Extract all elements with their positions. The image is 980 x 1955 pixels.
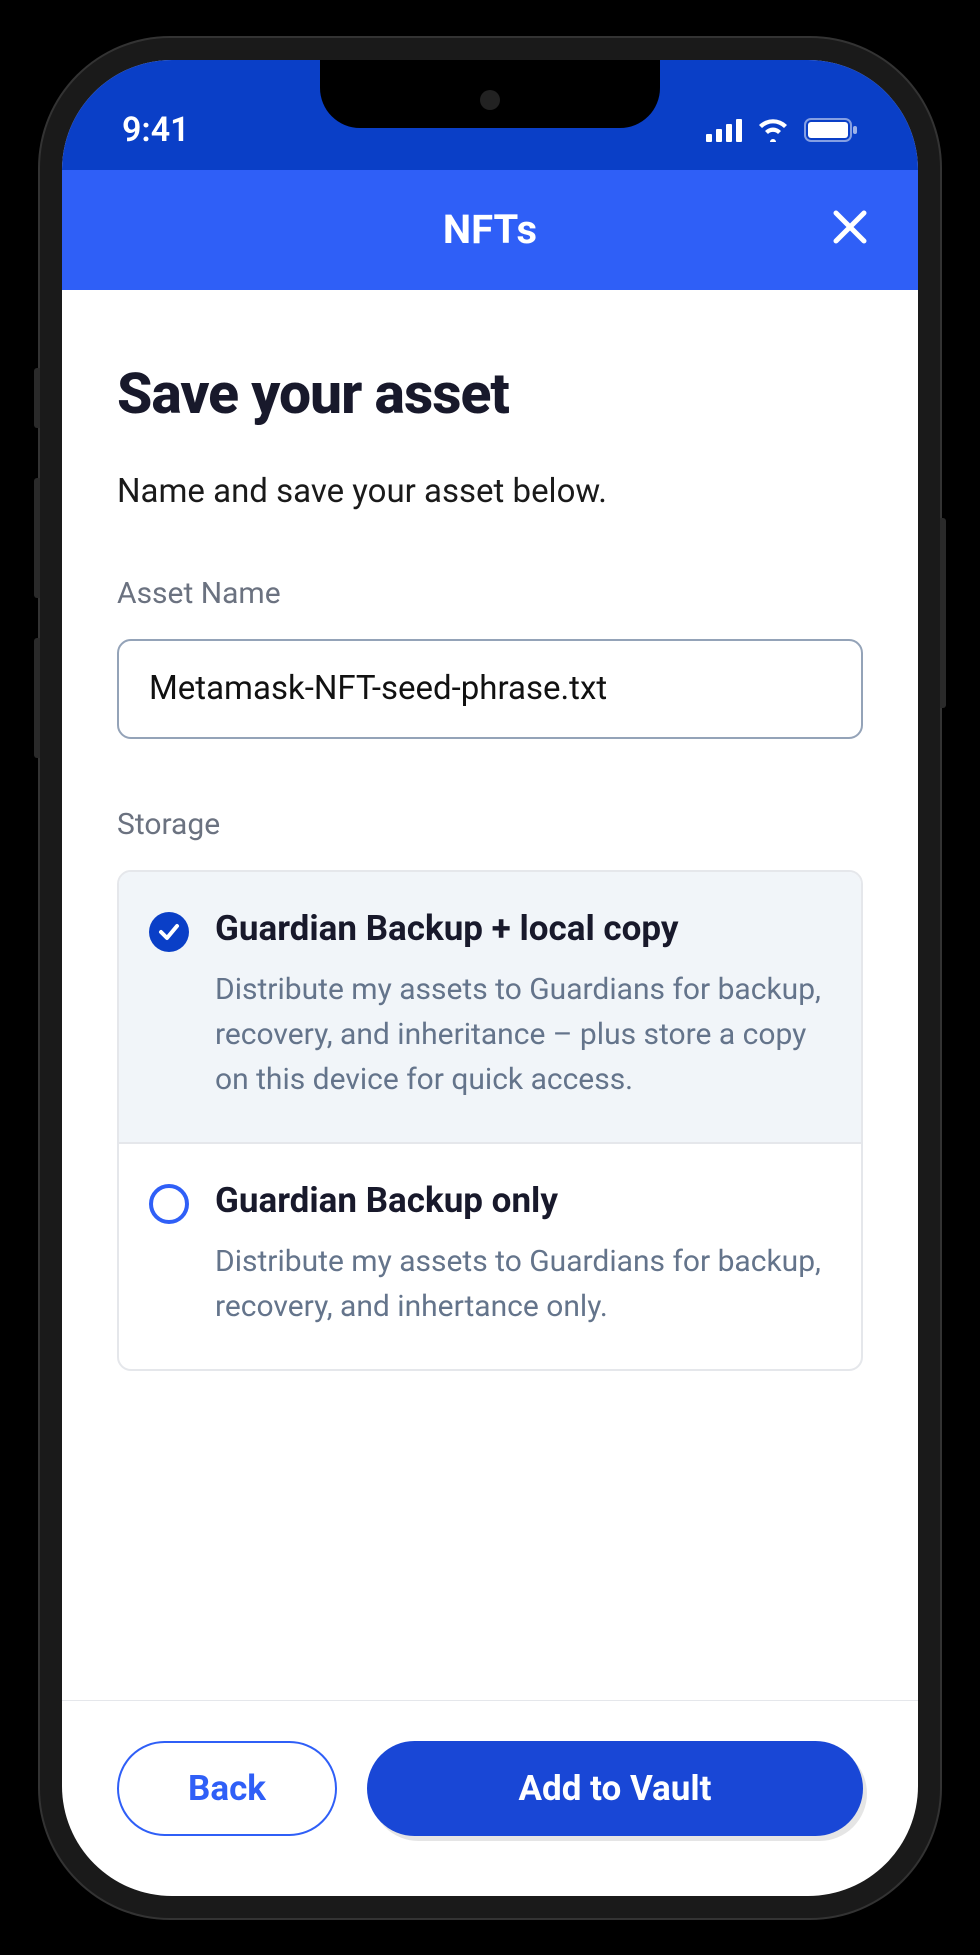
silence-switch — [34, 368, 40, 428]
notch — [320, 60, 660, 128]
power-button — [940, 518, 946, 708]
option-description: Distribute my assets to Guardians for ba… — [215, 967, 831, 1102]
option-description: Distribute my assets to Guardians for ba… — [215, 1239, 831, 1329]
storage-option-guardian-local[interactable]: Guardian Backup + local copy Distribute … — [119, 872, 861, 1142]
storage-label: Storage — [117, 807, 863, 842]
close-button[interactable] — [832, 208, 868, 252]
page-subtitle: Name and save your asset below. — [117, 472, 863, 511]
asset-name-label: Asset Name — [117, 576, 863, 611]
storage-option-guardian-only[interactable]: Guardian Backup only Distribute my asset… — [119, 1142, 861, 1369]
asset-name-input[interactable] — [117, 639, 863, 739]
header-title: NFTs — [443, 206, 537, 253]
status-time: 9:41 — [122, 110, 190, 150]
check-icon — [158, 921, 180, 943]
storage-option-group: Guardian Backup + local copy Distribute … — [117, 870, 863, 1371]
add-to-vault-button[interactable]: Add to Vault — [367, 1741, 863, 1836]
radio-selected — [149, 912, 189, 952]
battery-icon — [804, 118, 858, 142]
phone-frame: 9:41 NFTs Save your asset Name and s — [40, 38, 940, 1918]
radio-unselected — [149, 1184, 189, 1224]
wifi-icon — [756, 118, 790, 142]
volume-up-button — [34, 478, 40, 598]
close-icon — [832, 209, 868, 245]
page-title: Save your asset — [117, 360, 863, 427]
cellular-signal-icon — [706, 118, 742, 142]
footer-bar: Back Add to Vault — [62, 1700, 918, 1896]
phone-screen: 9:41 NFTs Save your asset Name and s — [62, 60, 918, 1896]
status-icons — [706, 118, 858, 142]
content-area: Save your asset Name and save your asset… — [62, 290, 918, 1700]
volume-down-button — [34, 638, 40, 758]
option-title: Guardian Backup + local copy — [215, 908, 831, 949]
back-button[interactable]: Back — [117, 1741, 337, 1836]
option-title: Guardian Backup only — [215, 1180, 831, 1221]
header-bar: NFTs — [62, 170, 918, 290]
